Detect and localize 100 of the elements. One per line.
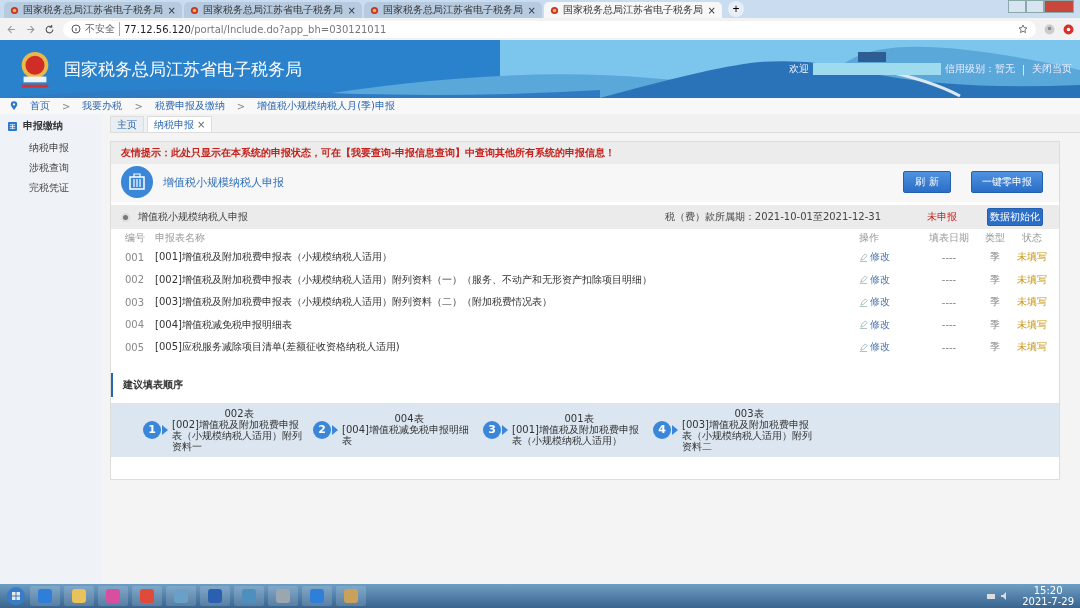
breadcrumb-link[interactable]: 我要办税 xyxy=(82,99,123,113)
credit-level: 信用级别：暂无 xyxy=(944,62,1015,76)
clock-time: 15:20 xyxy=(1033,585,1063,596)
table-cell-text: ---- xyxy=(940,251,958,263)
action-button[interactable]: 刷 新 xyxy=(903,171,951,193)
column-header: 编号 xyxy=(125,230,146,245)
column-header: 申报表名称 xyxy=(155,230,206,245)
table-cell-text: 季 xyxy=(989,250,1001,265)
page-tab[interactable]: 主页 xyxy=(110,116,144,132)
address-field[interactable]: 不安全 77.12.56.120/portal/Include.do?app_bh=030121011 xyxy=(63,20,1036,38)
browser-tab[interactable]: 国家税务总局江苏省电子税务局 × xyxy=(544,2,722,18)
location-pin-icon xyxy=(10,101,18,111)
emblem-icon xyxy=(10,5,19,15)
edit-link[interactable]: 修改 xyxy=(859,272,921,287)
table-cell-text: 季 xyxy=(989,317,1001,332)
breadcrumb-separator: > xyxy=(62,100,71,112)
init-data-button[interactable]: 数据初始化 xyxy=(987,208,1043,226)
pencil-icon xyxy=(859,297,868,307)
form-link[interactable]: [003]增值税及附加税费申报表（小规模纳税人适用）附列资料（二）（附加税费情况表） xyxy=(155,295,859,310)
step-description: [003]增值税及附加税费申报表（小规模纳税人适用）附列资料二 xyxy=(682,418,813,452)
profile-icon[interactable] xyxy=(1044,23,1055,35)
column-header: 状态 xyxy=(1021,230,1043,245)
edit-link[interactable]: 修改 xyxy=(859,317,921,332)
table-cell-text: 004 xyxy=(125,319,146,331)
info-icon xyxy=(71,24,81,34)
step-code: 002表 xyxy=(223,407,255,419)
step-description: [002]增值税及附加税费申报表（小规模纳税人适用）附列资料一 xyxy=(172,418,303,452)
step-description: [004]增值税减免税申报明细表 xyxy=(342,424,470,446)
column-header: 类型 xyxy=(984,230,1006,245)
form-link[interactable]: [005]应税服务减除项目清单(差额征收资格纳税人适用) xyxy=(155,340,859,355)
sidebar-section-title: 申报缴纳 xyxy=(23,119,63,133)
minimize-button[interactable] xyxy=(1008,0,1026,13)
reload-icon[interactable] xyxy=(44,23,55,35)
edit-link[interactable]: 修改 xyxy=(859,250,921,265)
period-text: 税（费）款所属期：2021-10-01至2021-12-31 xyxy=(664,210,881,224)
sidebar-item[interactable]: 完税凭证 xyxy=(0,178,101,198)
edit-link[interactable]: 修改 xyxy=(859,340,921,355)
pencil-icon xyxy=(859,275,868,285)
edit-link[interactable]: 修改 xyxy=(859,295,921,310)
table-cell-text: 001 xyxy=(125,251,146,263)
close-button[interactable] xyxy=(1044,0,1074,13)
url-text: 77.12.56.120/portal/Include.do?app_bh=030121011 xyxy=(124,23,387,35)
emblem-icon xyxy=(550,5,559,15)
section-title: 建议填表顺序 xyxy=(111,372,1059,397)
emblem-icon xyxy=(190,5,199,15)
clock-date: 2021-7-29 xyxy=(1022,596,1074,607)
table-cell-text: 003 xyxy=(125,296,146,308)
status-tag: 未填写 xyxy=(1013,340,1051,355)
star-icon[interactable] xyxy=(1018,24,1028,34)
step-description: [001]增值税及附加税费申报表（小规模纳税人适用） xyxy=(512,424,640,446)
form-title: 增值税小规模纳税人申报 xyxy=(163,174,284,190)
table-cell-text: 季 xyxy=(989,295,1001,310)
status-tag: 未填写 xyxy=(1013,272,1051,287)
start-button[interactable] xyxy=(6,586,26,606)
step-code: 003表 xyxy=(733,407,765,419)
table-cell-text: 季 xyxy=(989,272,1001,287)
pencil-icon xyxy=(859,320,868,330)
radio-button[interactable] xyxy=(121,212,130,222)
action-button[interactable]: 一键零申报 xyxy=(971,171,1043,193)
breadcrumb-link[interactable]: 增值税小规模纳税人月(季)申报 xyxy=(257,99,395,113)
extension-icon[interactable] xyxy=(1063,23,1074,35)
emblem-icon xyxy=(370,5,379,15)
pencil-icon xyxy=(859,342,868,352)
pencil-icon xyxy=(859,252,868,262)
chevron-icon xyxy=(162,424,168,435)
step-code: 001表 xyxy=(563,413,594,424)
back-icon[interactable] xyxy=(6,23,17,35)
status-tag: 未填写 xyxy=(1013,317,1051,332)
divider-text: | xyxy=(1021,63,1025,75)
welcome-label: 欢迎 xyxy=(788,62,809,76)
column-header: 填表日期 xyxy=(928,230,970,245)
status-tag: 未填写 xyxy=(1013,250,1051,265)
table-cell-text: 002 xyxy=(125,274,146,286)
sidebar-item[interactable]: 涉税查询 xyxy=(0,158,101,178)
browser-tab[interactable]: 国家税务总局江苏省电子税务局 × xyxy=(4,2,182,18)
chevron-icon xyxy=(502,424,508,435)
table-cell-text: ---- xyxy=(940,341,958,353)
grid-icon xyxy=(8,121,17,131)
site-title: 国家税务总局江苏省电子税务局 xyxy=(64,57,302,81)
form-link[interactable]: [002]增值税及附加税费申报表（小规模纳税人适用）附列资料（一）（服务、不动产和无形资产扣除项目明细） xyxy=(155,272,859,287)
table-cell-text: ---- xyxy=(940,296,958,308)
form-link[interactable]: [004]增值税减免税申报明细表 xyxy=(155,317,859,332)
table-cell-text: ---- xyxy=(940,319,958,331)
breadcrumb-link[interactable]: 税费申报及缴纳 xyxy=(154,99,225,113)
breadcrumb-separator: > xyxy=(134,100,143,112)
step-code: 004表 xyxy=(393,413,425,424)
sidebar-item[interactable]: 纳税申报 xyxy=(0,138,101,158)
breadcrumb-link[interactable]: 首页 xyxy=(30,99,50,113)
chevron-icon xyxy=(672,424,678,435)
table-cell-text: ---- xyxy=(940,274,958,286)
chevron-icon xyxy=(332,424,338,435)
report-status: 未申报 xyxy=(927,210,957,224)
maximize-button[interactable] xyxy=(1026,0,1044,13)
browser-tab[interactable]: 国家税务总局江苏省电子税务局 × xyxy=(184,2,362,18)
new-tab-button[interactable]: + xyxy=(728,1,744,17)
browser-tab[interactable]: 国家税务总局江苏省电子税务局 × xyxy=(364,2,542,18)
forward-icon[interactable] xyxy=(25,23,36,35)
notice-text: 友情提示：此处只显示在本系统的申报状态，可在【我要查询-申报信息查询】中查询其他所有系统的申报信息！ xyxy=(111,142,1059,164)
page-tab[interactable]: 纳税申报 × xyxy=(147,116,213,132)
form-link[interactable]: [001]增值税及附加税费申报表（小规模纳税人适用） xyxy=(155,250,859,265)
